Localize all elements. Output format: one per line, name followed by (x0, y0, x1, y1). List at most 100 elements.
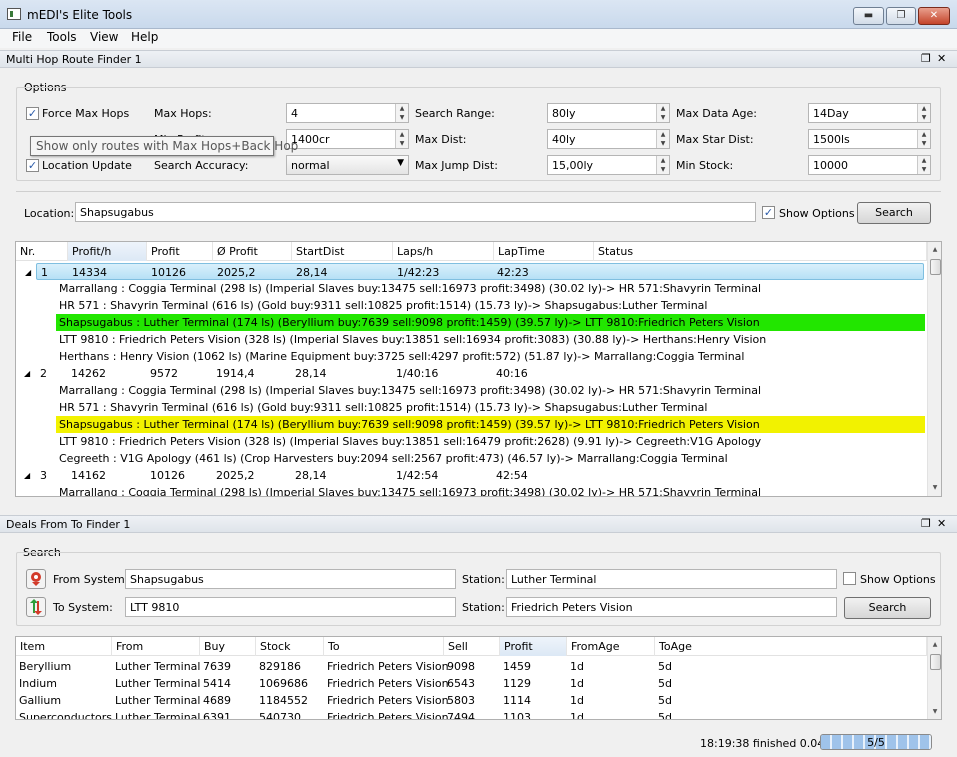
hop-row[interactable]: Cegreeth : V1G Apology (461 ls) (Crop Ha… (56, 450, 925, 467)
from-system-input[interactable]: Shapsugabus (125, 569, 456, 589)
col-fromage[interactable]: FromAge (567, 637, 655, 656)
deals-show-options-checkbox[interactable] (843, 572, 856, 585)
deals-scrollbar[interactable]: ▲ ▼ (927, 637, 941, 719)
route-cell-profit-h: 14334 (72, 266, 107, 279)
panel-close-icon[interactable]: ✕ (937, 52, 946, 65)
hop-text: Marrallang : Coggia Terminal (298 ls) (I… (59, 282, 762, 295)
minimize-button[interactable]: ▬ (853, 7, 884, 25)
deal-cell-profit: 1114 (503, 694, 531, 707)
hop-row[interactable]: HR 571 : Shavyrin Terminal (616 ls) (Gol… (56, 297, 925, 314)
route-table-header: Nr. Profit/h Profit Ø Profit StartDist L… (16, 242, 927, 261)
undock-icon[interactable]: ❐ (921, 52, 931, 65)
hop-row[interactable]: LTT 9810 : Friedrich Peters Vision (328 … (56, 433, 925, 450)
hop-row[interactable]: Shapsugabus : Luther Terminal (174 ls) (… (56, 314, 925, 331)
undock-icon[interactable]: ❐ (921, 517, 931, 530)
expand-icon[interactable]: ◢ (24, 365, 30, 382)
route-search-button[interactable]: Search (857, 202, 931, 224)
deals-show-options-label: Show Options (860, 573, 936, 586)
route-row[interactable]: ◢ 2 14262 9572 1914,4 28,14 1/40:16 40:16 (16, 365, 927, 382)
from-station-input[interactable]: Luther Terminal (506, 569, 837, 589)
search-range-spinbox[interactable]: 80ly ▲ ▼ (547, 103, 670, 123)
route-cell-profit: 10126 (151, 266, 186, 279)
min-profit-spinbox[interactable]: 1400cr ▲ ▼ (286, 129, 409, 149)
deal-row[interactable]: Beryllium Luther Terminal 7639 829186 Friedr… (16, 658, 927, 675)
deal-cell-sell: 6543 (447, 677, 475, 690)
to-system-input[interactable]: LTT 9810 (125, 597, 456, 617)
deal-cell-stock: 1069686 (259, 677, 308, 690)
route-cell-profit-h: 14262 (71, 367, 106, 380)
deal-cell-fromage: 1d (570, 677, 584, 690)
panel-close-icon[interactable]: ✕ (937, 517, 946, 530)
deal-row[interactable]: Indium Luther Terminal 5414 1069686 Friedric… (16, 675, 927, 692)
max-data-age-spinbox[interactable]: 14Day ▲ ▼ (808, 103, 931, 123)
route-scrollbar[interactable]: ▲ ▼ (927, 242, 941, 496)
col-avg-profit[interactable]: Ø Profit (213, 242, 292, 261)
menu-tools[interactable]: Tools (47, 30, 77, 44)
max-dist-spinbox[interactable]: 40ly ▲ ▼ (547, 129, 670, 149)
expand-icon[interactable]: ◢ (25, 264, 31, 281)
location-pin-icon[interactable] (26, 569, 46, 589)
col-laps-h[interactable]: Laps/h (393, 242, 494, 261)
force-max-hops-checkbox[interactable]: ✓ (26, 107, 39, 120)
route-cell-laps: 1/42:23 (397, 266, 440, 279)
deal-row[interactable]: Gallium Luther Terminal 4689 1184552 Friedri… (16, 692, 927, 709)
col-toage[interactable]: ToAge (655, 637, 927, 656)
hop-row[interactable]: Marrallang : Coggia Terminal (298 ls) (I… (56, 382, 925, 399)
max-jump-dist-label: Max Jump Dist: (415, 159, 498, 172)
col-from[interactable]: From (112, 637, 200, 656)
menu-file[interactable]: File (12, 30, 32, 44)
col-nr[interactable]: Nr. (16, 242, 68, 261)
col-buy[interactable]: Buy (200, 637, 256, 656)
swap-icon[interactable] (26, 597, 46, 617)
col-profit[interactable]: Profit (147, 242, 213, 261)
col-deal-profit[interactable]: Profit (500, 637, 567, 656)
deal-cell-from: Luther Terminal (115, 694, 201, 707)
menu-view[interactable]: View (90, 30, 118, 44)
deal-cell-buy: 4689 (203, 694, 231, 707)
to-station-input[interactable]: Friedrich Peters Vision (506, 597, 837, 617)
hop-row[interactable]: LTT 9810 : Friedrich Peters Vision (328 … (56, 331, 925, 348)
deals-panel-header: Deals From To Finder 1 ❐ ✕ (0, 515, 957, 533)
menu-help[interactable]: Help (131, 30, 158, 44)
hop-row[interactable]: Shapsugabus : Luther Terminal (174 ls) (… (56, 416, 925, 433)
hop-row[interactable]: Herthans : Henry Vision (1062 ls) (Marin… (56, 348, 925, 365)
close-button[interactable]: ✕ (918, 7, 950, 25)
location-update-checkbox[interactable]: ✓ (26, 159, 39, 172)
col-sell[interactable]: Sell (444, 637, 500, 656)
col-stock[interactable]: Stock (256, 637, 324, 656)
deal-row[interactable]: Superconductors Luther Terminal 6391 540730… (16, 709, 927, 719)
max-hops-spinbox[interactable]: 4 ▲ ▼ (286, 103, 409, 123)
deal-cell-to: Friedrich Peters Vision (327, 694, 449, 707)
hop-row[interactable]: HR 571 : Shavyrin Terminal (616 ls) (Gol… (56, 399, 925, 416)
max-jump-dist-spinbox[interactable]: 15,00ly ▲ ▼ (547, 155, 670, 175)
col-profit-h[interactable]: Profit/h (68, 242, 147, 261)
maximize-button[interactable]: ❐ (886, 7, 916, 25)
col-startdist[interactable]: StartDist (292, 242, 393, 261)
col-laptime[interactable]: LapTime (494, 242, 594, 261)
deal-cell-item: Gallium (19, 694, 62, 707)
expand-icon[interactable]: ◢ (24, 467, 30, 484)
from-station-label: Station: (462, 573, 505, 586)
hop-row[interactable]: Marrallang : Coggia Terminal (298 ls) (I… (56, 484, 925, 496)
route-panel-title: Multi Hop Route Finder 1 (6, 53, 142, 66)
hop-row[interactable]: Marrallang : Coggia Terminal (298 ls) (I… (56, 280, 925, 297)
show-options-checkbox[interactable]: ✓ (762, 206, 775, 219)
location-input[interactable]: Shapsugabus (75, 202, 756, 222)
route-cell-avg: 2025,2 (216, 469, 255, 482)
deals-search-button[interactable]: Search (844, 597, 931, 619)
route-row[interactable]: ◢ 3 14162 10126 2025,2 28,14 1/42:54 42:54 (16, 467, 927, 484)
col-status[interactable]: Status (594, 242, 927, 261)
search-accuracy-select[interactable]: normal ▼ (286, 155, 409, 175)
route-cell-nr: 1 (41, 266, 48, 279)
deal-cell-item: Indium (19, 677, 57, 690)
app-icon (7, 8, 21, 20)
hop-text: Shapsugabus : Luther Terminal (174 ls) (… (59, 316, 760, 329)
window-title: mEDI's Elite Tools (27, 8, 133, 22)
max-star-dist-spinbox[interactable]: 1500ls ▲ ▼ (808, 129, 931, 149)
col-item[interactable]: Item (16, 637, 112, 656)
show-options-label: Show Options (779, 207, 855, 220)
route-row[interactable]: ◢ 1 14334 10126 2025,2 28,14 1/42:23 42:23 (25, 263, 924, 280)
col-to[interactable]: To (324, 637, 444, 656)
route-cell-profit: 9572 (150, 367, 178, 380)
min-stock-spinbox[interactable]: 10000 ▲ ▼ (808, 155, 931, 175)
